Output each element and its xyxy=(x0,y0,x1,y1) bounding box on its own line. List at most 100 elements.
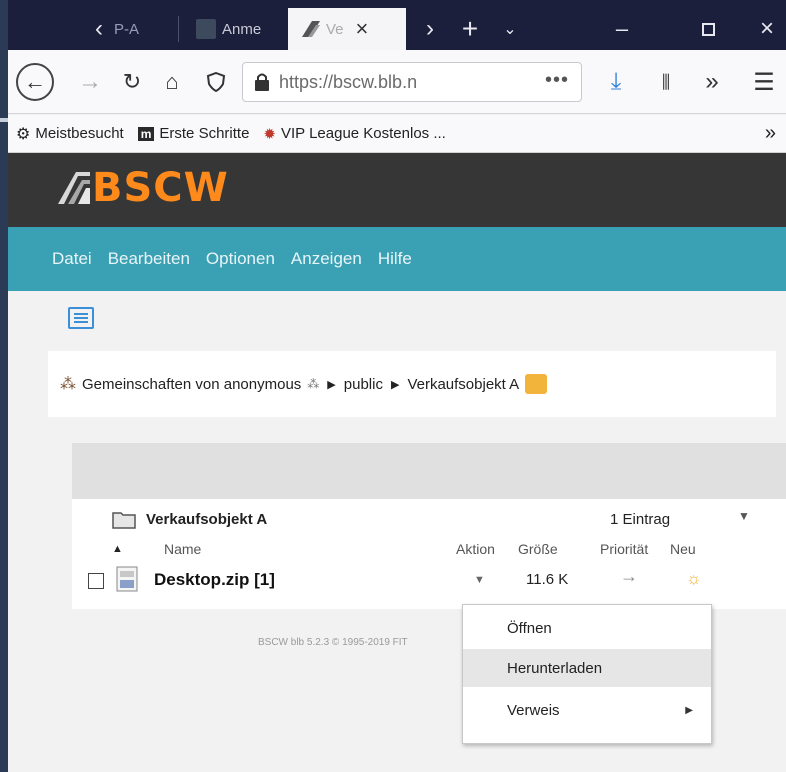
file-size: 11.6 K xyxy=(526,571,569,588)
bscw-logo-icon xyxy=(58,172,90,204)
forward-arrow-icon: → xyxy=(78,68,102,95)
folder-header: Verkaufsobjekt A xyxy=(112,509,267,529)
downloads-button[interactable]: ⤓ xyxy=(598,64,634,100)
tab-3[interactable]: Ve × xyxy=(288,8,406,50)
navigation-toolbar: ← → ↻ ⌂ https://bscw.blb.n ••• ⤓ ⫼ » ☰ xyxy=(8,50,786,114)
bookmark-erste-schritte[interactable]: m Erste Schritte xyxy=(137,125,250,142)
table-row: Desktop.zip [1] ▼ 11.6 K → ☼ xyxy=(72,565,786,595)
maximize-icon xyxy=(701,22,715,36)
action-dropdown-icon[interactable]: ▼ xyxy=(474,574,485,586)
tab-2[interactable]: Anme xyxy=(186,8,282,50)
column-priority[interactable]: Priorität xyxy=(600,541,648,557)
tab-strip: ‹ P-A Anme Ve × › + ⌄ – × xyxy=(8,0,786,50)
bookmark-label: Erste Schritte xyxy=(159,125,250,142)
home-icon: ⌂ xyxy=(165,69,179,94)
folder-shared-icon xyxy=(525,374,548,394)
breadcrumb-public[interactable]: public xyxy=(344,376,383,393)
breadcrumb-root[interactable]: Gemeinschaften von anonymous xyxy=(82,376,301,393)
library-button[interactable]: ⫼ xyxy=(648,64,684,100)
file-name-link[interactable]: Desktop.zip [1] xyxy=(154,570,275,590)
url-bar[interactable]: https://bscw.blb.n ••• xyxy=(242,62,582,102)
breadcrumb-separator-icon: ▶ xyxy=(390,378,400,391)
menu-item-label: Öffnen xyxy=(507,619,552,637)
close-window-button[interactable]: × xyxy=(748,8,786,50)
menu-item-herunterladen[interactable]: Herunterladen xyxy=(463,649,711,687)
users-icon: ⁂ xyxy=(307,377,320,391)
folder-icon xyxy=(112,512,136,529)
submenu-arrow-icon: ▶ xyxy=(685,704,693,716)
url-text: https://bscw.blb.n xyxy=(279,71,418,92)
tab-list-chevron-icon[interactable]: ⌄ xyxy=(492,8,528,50)
menu-optionen[interactable]: Optionen xyxy=(206,249,275,269)
menu-bearbeiten[interactable]: Bearbeiten xyxy=(108,249,190,269)
hamburger-icon: ☰ xyxy=(753,68,775,96)
tab-1[interactable]: P-A xyxy=(114,8,174,50)
lock-icon xyxy=(255,73,269,91)
tracking-protection-button[interactable] xyxy=(198,64,234,100)
bookmark-label: VIP League Kostenlos ... xyxy=(281,125,446,142)
action-context-menu: Öffnen Herunterladen Verweis ▶ xyxy=(462,604,712,744)
bookmark-label: Meistbesucht xyxy=(35,125,124,142)
tab-3-label: Ve xyxy=(326,20,344,38)
page-actions-button[interactable]: ••• xyxy=(545,69,569,92)
reload-button[interactable]: ↻ xyxy=(114,64,150,100)
folder-name: Verkaufsobjekt A xyxy=(146,510,268,528)
library-icon: ⫼ xyxy=(661,71,671,92)
maximize-button[interactable] xyxy=(688,8,728,50)
new-sun-icon: ☼ xyxy=(686,569,702,588)
forward-button[interactable]: → xyxy=(72,64,108,100)
back-button[interactable]: ← xyxy=(16,63,54,101)
menu-item-label: Herunterladen xyxy=(507,659,603,677)
bookmark-meistbesucht[interactable]: ⚙ Meistbesucht xyxy=(16,124,124,144)
back-arrow-icon: ← xyxy=(24,69,46,94)
menu-item-verweis[interactable]: Verweis ▶ xyxy=(463,691,711,729)
bscw-favicon-icon xyxy=(300,19,320,39)
file-list: Verkaufsobjekt A 1 Eintrag ▼ ▲ Name Akti… xyxy=(72,499,786,609)
download-arrow-icon: ⤓ xyxy=(610,68,622,95)
toolbar-band xyxy=(72,443,786,499)
column-name[interactable]: Name xyxy=(164,541,201,557)
priority-arrow-icon: → xyxy=(620,566,638,586)
column-action[interactable]: Aktion xyxy=(456,541,495,557)
logo-text: BSCW xyxy=(92,165,229,211)
tab-close-icon[interactable]: × xyxy=(356,16,369,42)
bookmark-vip-league[interactable]: ✹ VIP League Kostenlos ... xyxy=(263,125,445,143)
tab-1-label: P-A xyxy=(114,20,140,38)
footer-copyright: BSCW blb 5.2.3 © 1995-2019 FIT xyxy=(258,637,408,648)
menu-hilfe[interactable]: Hilfe xyxy=(378,249,412,269)
menu-datei[interactable]: Datei xyxy=(52,249,92,269)
bookmarks-toolbar: ⚙ Meistbesucht m Erste Schritte ✹ VIP Le… xyxy=(8,115,786,153)
details-view-icon[interactable] xyxy=(68,307,94,329)
column-size[interactable]: Größe xyxy=(518,541,558,557)
tabs-scroll-left-button[interactable]: ‹ xyxy=(84,8,114,50)
column-new[interactable]: Neu xyxy=(670,541,696,557)
shield-icon xyxy=(207,72,225,92)
folder-menu-caret-icon[interactable]: ▼ xyxy=(738,509,750,523)
zip-file-icon xyxy=(116,566,138,592)
minimize-button[interactable]: – xyxy=(602,8,642,50)
new-tab-button[interactable]: + xyxy=(452,8,488,50)
bug-icon: ✹ xyxy=(263,125,276,143)
sort-ascending-icon[interactable]: ▲ xyxy=(112,543,123,555)
app-header: BSCW xyxy=(8,153,786,227)
app-menubar: Datei Bearbeiten Optionen Anzeigen Hilfe xyxy=(8,227,786,291)
menu-button[interactable]: ☰ xyxy=(746,64,782,100)
community-icon: ⁂ xyxy=(60,376,76,393)
reload-icon: ↻ xyxy=(122,69,142,94)
tab-2-label: Anme xyxy=(222,20,262,38)
tabs-scroll-right-button[interactable]: › xyxy=(412,8,448,50)
menu-anzeigen[interactable]: Anzeigen xyxy=(291,249,362,269)
entry-count: 1 Eintrag xyxy=(610,511,671,528)
menu-item-label: Verweis xyxy=(507,701,560,719)
bscw-logo[interactable]: BSCW xyxy=(56,165,229,211)
home-button[interactable]: ⌂ xyxy=(154,64,190,100)
menu-item-oeffnen[interactable]: Öffnen xyxy=(463,609,711,647)
breadcrumb-current[interactable]: Verkaufsobjekt A xyxy=(407,376,519,393)
gear-icon: ⚙ xyxy=(16,125,31,143)
bookmarks-overflow-button[interactable]: » xyxy=(765,122,776,145)
row-checkbox[interactable] xyxy=(88,573,104,589)
overflow-button[interactable]: » xyxy=(694,64,730,100)
page-icon xyxy=(196,19,216,39)
m-logo-icon: m xyxy=(137,126,155,141)
double-chevron-icon: » xyxy=(705,68,719,95)
